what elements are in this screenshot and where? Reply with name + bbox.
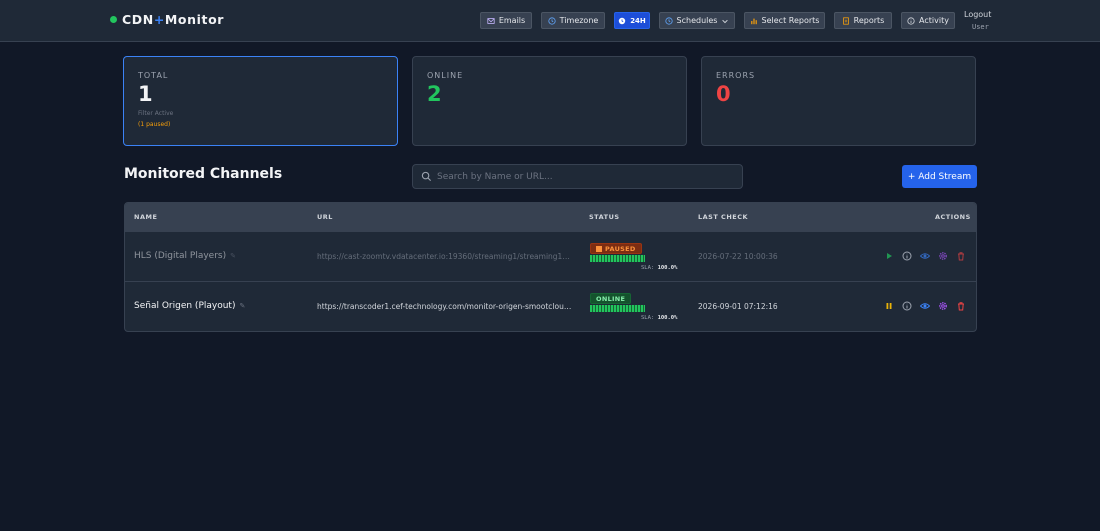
info-button[interactable]	[902, 251, 912, 261]
sla-value: 100.0%	[657, 315, 678, 321]
gear-icon	[939, 252, 947, 260]
channels-table: NAME URL STATUS LAST CHECK ACTIONS HLS (…	[124, 202, 977, 332]
edit-name-icon[interactable]: ✎	[239, 302, 245, 310]
gear-icon	[939, 302, 947, 310]
logout-link[interactable]: Logout	[964, 10, 991, 19]
edit-name-icon[interactable]: ✎	[230, 252, 236, 260]
paused-count-text: (1 paused)	[138, 121, 171, 129]
online-card[interactable]: ONLINE 2	[412, 56, 687, 146]
select-reports-button[interactable]: Select Reports	[744, 12, 825, 29]
emails-label: Emails	[498, 16, 526, 25]
filter-active-text: Filter Active	[138, 110, 174, 118]
select-reports-label: Select Reports	[761, 16, 820, 25]
channel-url: https://cast-zoomtv.vdatacenter.io:19360…	[317, 252, 572, 261]
settings-button[interactable]	[938, 251, 948, 261]
pause-icon	[886, 303, 892, 309]
settings-button[interactable]	[938, 301, 948, 311]
channel-name: Señal Origen (Playout)	[134, 301, 236, 311]
search-icon	[421, 171, 432, 182]
info-icon	[902, 251, 912, 261]
info-button[interactable]	[902, 301, 912, 311]
table-row: HLS (Digital Players) ✎ https://cast-zoom…	[125, 231, 976, 281]
column-header-status[interactable]: STATUS	[589, 213, 620, 221]
errors-label: ERRORS	[716, 71, 756, 80]
app-logo[interactable]: CDN + Monitor	[110, 12, 224, 27]
add-stream-button[interactable]: + Add Stream	[902, 165, 977, 188]
24h-toggle[interactable]: 24H	[614, 12, 650, 29]
delete-button[interactable]	[956, 301, 966, 311]
chevron-down-icon	[722, 19, 729, 23]
emails-button[interactable]: Emails	[480, 12, 532, 29]
total-label: TOTAL	[138, 71, 169, 80]
column-header-actions: ACTIONS	[935, 213, 971, 221]
trash-icon	[958, 252, 964, 261]
top-bar: CDN + Monitor Emails Timezone 24H Schedule…	[0, 0, 1100, 42]
schedules-dropdown[interactable]: Schedules	[659, 12, 735, 29]
table-header: NAME URL STATUS LAST CHECK ACTIONS	[125, 203, 976, 231]
channel-name-cell: Señal Origen (Playout) ✎	[134, 301, 245, 311]
24h-label: 24H	[630, 16, 646, 25]
search-input[interactable]	[437, 171, 727, 182]
sla-text: SLA: 100.0%	[641, 315, 677, 321]
status-label: ONLINE	[596, 294, 626, 303]
brand-plus: +	[153, 12, 165, 27]
info-icon	[902, 301, 912, 311]
last-check-time: 2026-09-01 07:12:16	[698, 302, 778, 311]
info-icon	[907, 16, 915, 25]
status-badge: PAUSED	[590, 243, 642, 254]
sla-history-bar	[590, 305, 645, 312]
view-button[interactable]	[920, 251, 930, 261]
online-value: 2	[427, 82, 442, 106]
errors-value: 0	[716, 82, 731, 106]
activity-label: Activity	[919, 16, 949, 25]
play-icon	[887, 253, 892, 259]
brand-name-b: Monitor	[164, 12, 225, 27]
sla-label: SLA:	[641, 315, 655, 321]
brand-name-a: CDN	[122, 12, 154, 27]
clock-icon	[618, 17, 626, 24]
eye-icon	[920, 303, 930, 309]
trash-icon	[958, 302, 964, 311]
channel-name-cell: HLS (Digital Players) ✎	[134, 251, 236, 261]
section-title: Monitored Channels	[124, 166, 283, 182]
view-button[interactable]	[920, 301, 930, 311]
document-icon	[842, 16, 849, 25]
sla-label: SLA:	[641, 265, 655, 271]
delete-button[interactable]	[956, 251, 966, 261]
schedules-label: Schedules	[676, 16, 718, 25]
status-badge: ONLINE	[590, 293, 632, 304]
online-label: ONLINE	[427, 71, 464, 80]
user-label: User	[972, 23, 989, 31]
total-value: 1	[138, 82, 153, 106]
status-label: PAUSED	[605, 244, 636, 253]
mail-icon	[487, 17, 495, 24]
channel-url: https://transcoder1.cef-technology.com/m…	[317, 302, 572, 311]
table-row: Señal Origen (Playout) ✎ https://transcod…	[125, 281, 976, 331]
timezone-label: Timezone	[559, 16, 599, 25]
sla-value: 100.0%	[657, 265, 678, 271]
sla-history-bar	[590, 255, 645, 262]
pause-square-icon	[596, 245, 602, 252]
sla-text: SLA: 100.0%	[641, 265, 677, 271]
column-header-url[interactable]: URL	[317, 213, 333, 221]
channel-name: HLS (Digital Players)	[134, 251, 227, 261]
reports-button[interactable]: Reports	[834, 12, 892, 29]
search-box	[412, 164, 743, 189]
errors-card[interactable]: ERRORS 0	[701, 56, 976, 146]
reports-label: Reports	[853, 16, 885, 25]
eye-icon	[920, 253, 930, 259]
clock-icon	[664, 16, 673, 25]
last-check-time: 2026-07-22 10:00:36	[698, 252, 778, 261]
activity-button[interactable]: Activity	[901, 12, 955, 29]
timezone-button[interactable]: Timezone	[541, 12, 605, 29]
column-header-last-check[interactable]: LAST CHECK	[698, 213, 748, 221]
clock-icon	[548, 16, 556, 25]
bar-chart-icon	[750, 18, 757, 24]
total-card[interactable]: TOTAL 1 Filter Active (1 paused)	[123, 56, 398, 146]
play-button[interactable]	[884, 251, 894, 261]
column-header-name[interactable]: NAME	[134, 213, 157, 221]
status-dot-icon	[110, 16, 117, 23]
pause-button[interactable]	[884, 301, 894, 311]
